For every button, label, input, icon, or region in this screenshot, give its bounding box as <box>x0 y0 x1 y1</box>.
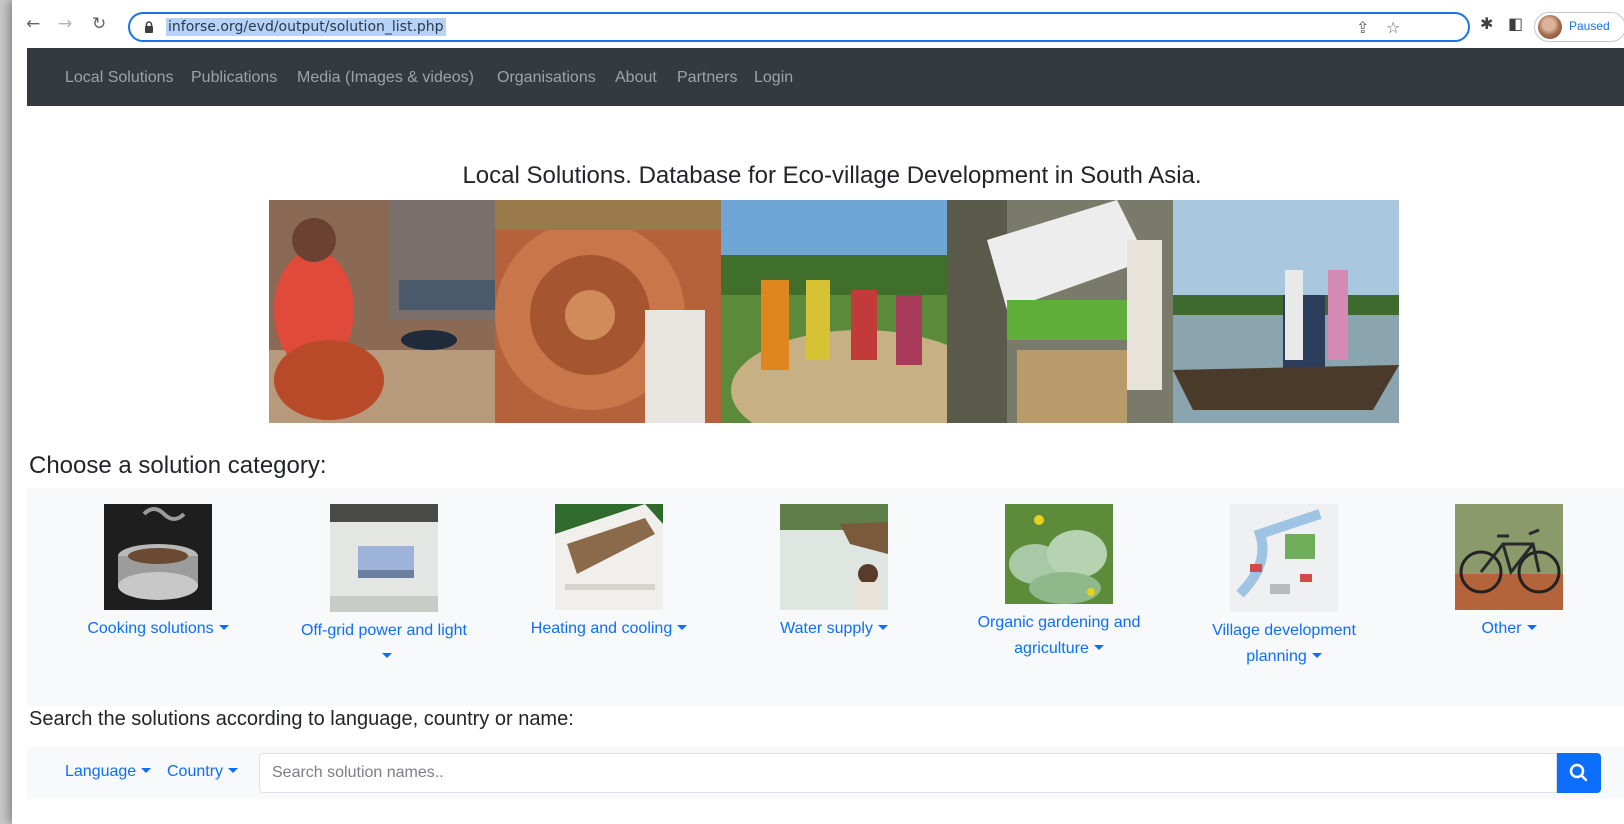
profile-status: Paused <box>1569 19 1610 33</box>
avatar <box>1538 15 1562 39</box>
cooking-thumbnail[interactable] <box>104 504 212 610</box>
back-arrow-icon[interactable]: ← <box>26 14 40 34</box>
country-dropdown[interactable]: Country <box>167 763 239 781</box>
lock-icon <box>145 21 153 33</box>
caret-down-icon <box>1311 653 1322 658</box>
organic-gardening-label[interactable]: Organic gardening and agriculture <box>969 610 1149 662</box>
side-panel-icon[interactable]: ◧ <box>1508 14 1523 33</box>
language-dropdown[interactable]: Language <box>65 763 152 781</box>
search-icon <box>1569 763 1588 782</box>
water-supply-label[interactable]: Water supply <box>744 616 924 642</box>
caret-down-icon <box>1093 645 1104 650</box>
off-grid-power-thumbnail[interactable] <box>330 504 438 612</box>
cooking-label[interactable]: Cooking solutions <box>68 616 248 642</box>
category-heating-cooling[interactable]: Heating and cooling <box>519 504 699 642</box>
browser-window: ← → ↻ inforse.org/evd/output/solution_li… <box>12 0 1624 824</box>
heating-cooling-thumbnail[interactable] <box>555 504 663 610</box>
other-thumbnail[interactable] <box>1455 504 1563 610</box>
url-text[interactable]: inforse.org/evd/output/solution_list.php <box>166 18 446 36</box>
category-village-planning[interactable]: Village development planning <box>1194 504 1374 670</box>
village-planning-thumbnail[interactable] <box>1230 504 1338 612</box>
search-input[interactable] <box>259 753 1557 793</box>
banner-photo-solar-dryer <box>947 200 1173 423</box>
off-grid-power-label[interactable]: Off-grid power and light <box>294 618 474 670</box>
heating-cooling-label[interactable]: Heating and cooling <box>519 616 699 642</box>
banner-photo-cooking <box>269 200 495 423</box>
search-button[interactable] <box>1557 753 1601 793</box>
nav-partners[interactable]: Partners <box>677 69 737 87</box>
nav-organisations[interactable]: Organisations <box>497 69 596 87</box>
category-cooking[interactable]: Cooking solutions <box>68 504 248 642</box>
category-water-supply[interactable]: Water supply <box>744 504 924 642</box>
search-heading: Search the solutions according to langua… <box>29 708 574 730</box>
browser-toolbar: ← → ↻ inforse.org/evd/output/solution_li… <box>12 0 1624 48</box>
nav-local-solutions[interactable]: Local Solutions <box>65 69 174 87</box>
forward-arrow-icon[interactable]: → <box>58 14 72 34</box>
reload-icon[interactable]: ↻ <box>92 14 106 34</box>
category-panel: Cooking solutions Off-grid power and lig… <box>27 488 1624 706</box>
caret-down-icon <box>381 653 392 658</box>
bookmark-star-icon[interactable]: ☆ <box>1386 18 1400 37</box>
category-organic-gardening[interactable]: Organic gardening and agriculture <box>969 504 1149 662</box>
nav-publications[interactable]: Publications <box>191 69 277 87</box>
address-bar[interactable]: inforse.org/evd/output/solution_list.php… <box>128 12 1470 42</box>
other-label[interactable]: Other <box>1419 616 1599 642</box>
nav-about[interactable]: About <box>615 69 657 87</box>
nav-login[interactable]: Login <box>754 69 793 87</box>
site-navbar: Local Solutions Publications Media (Imag… <box>27 48 1624 106</box>
banner-photo-solar-boat <box>1173 200 1399 423</box>
caret-down-icon <box>1526 625 1537 630</box>
extensions-puzzle-icon[interactable]: ✱ <box>1480 14 1493 33</box>
water-supply-thumbnail[interactable] <box>780 504 888 610</box>
caret-down-icon <box>228 768 239 773</box>
village-planning-label[interactable]: Village development planning <box>1194 618 1374 670</box>
caret-down-icon <box>141 768 152 773</box>
caret-down-icon <box>877 625 888 630</box>
caret-down-icon <box>218 625 229 630</box>
banner-collage <box>269 200 1399 423</box>
caret-down-icon <box>677 625 688 630</box>
search-bar: Language Country <box>27 747 1624 799</box>
banner-photo-weaving <box>721 200 947 423</box>
nav-media[interactable]: Media (Images & videos) <box>297 69 474 87</box>
share-icon[interactable]: ⇪ <box>1356 18 1369 37</box>
banner-photo-turbine <box>495 200 721 423</box>
page-title: Local Solutions. Database for Eco-villag… <box>462 162 1202 189</box>
choose-category-heading: Choose a solution category: <box>29 452 327 479</box>
category-off-grid-power[interactable]: Off-grid power and light <box>294 504 474 670</box>
category-other[interactable]: Other <box>1419 504 1599 642</box>
organic-gardening-thumbnail[interactable] <box>1005 504 1113 604</box>
profile-button[interactable]: Paused <box>1534 12 1624 42</box>
